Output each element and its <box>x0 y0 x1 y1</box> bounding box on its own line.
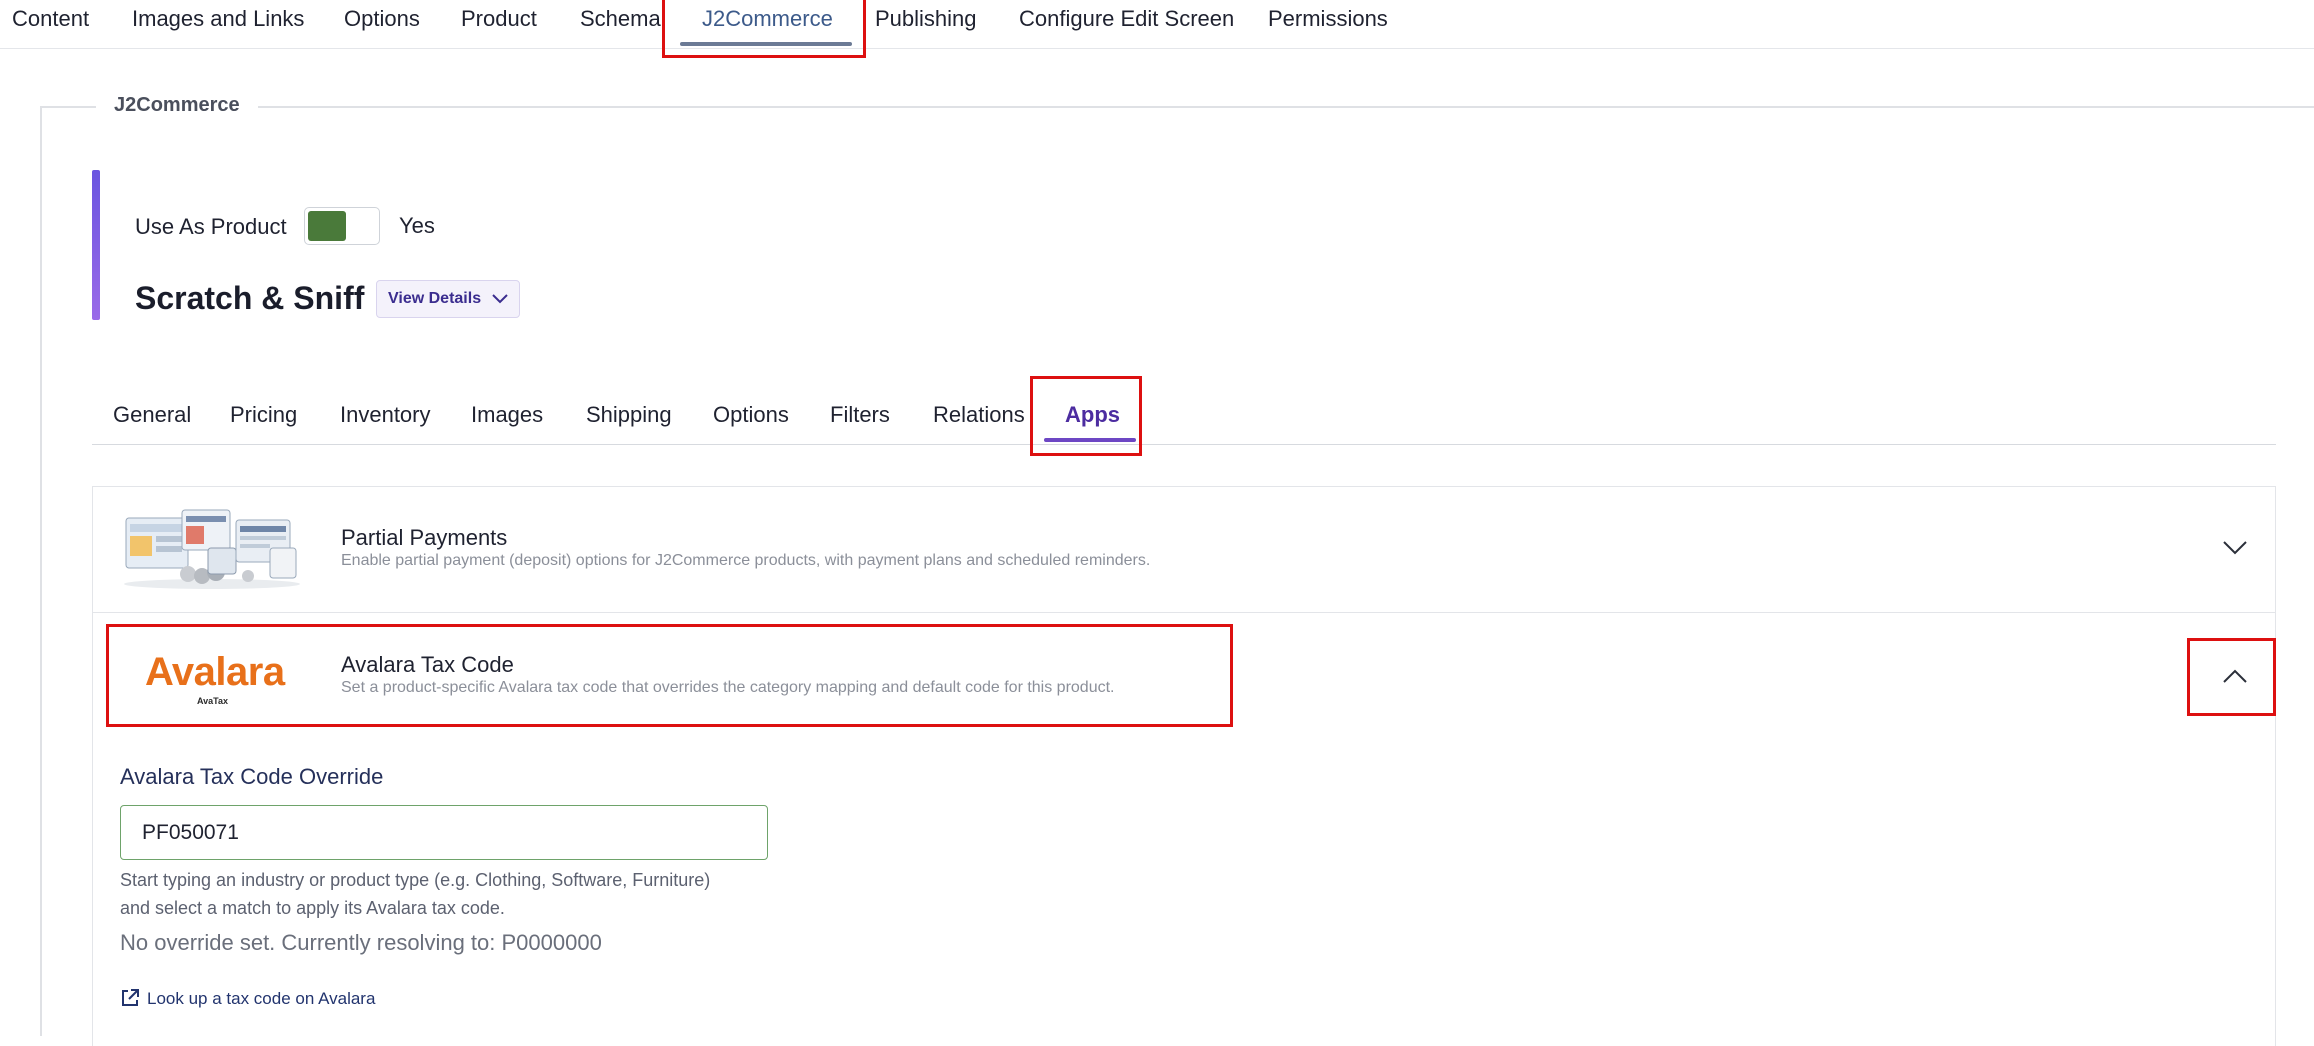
subtab-inventory[interactable]: Inventory <box>340 402 431 428</box>
product-sub-tabs: General Pricing Inventory Images Shippin… <box>92 390 2276 445</box>
use-as-product-label: Use As Product <box>135 214 287 239</box>
tax-code-resolve-status: No override set. Currently resolving to:… <box>120 930 602 955</box>
subtab-images[interactable]: Images <box>471 402 543 428</box>
top-tab-bar: Content Images and Links Options Product… <box>0 0 2314 49</box>
tab-configure-edit-screen[interactable]: Configure Edit Screen <box>1019 6 1234 32</box>
lookup-tax-code-text: Look up a tax code on Avalara <box>147 989 376 1008</box>
apps-row-divider <box>93 612 2275 613</box>
tab-publishing[interactable]: Publishing <box>875 6 977 32</box>
tab-options[interactable]: Options <box>344 6 420 32</box>
use-as-product-state: Yes <box>399 213 435 238</box>
tab-schema[interactable]: Schema <box>580 6 661 32</box>
subtab-shipping[interactable]: Shipping <box>586 402 672 428</box>
app-name-partial-payments: Partial Payments <box>341 525 508 550</box>
subtab-general[interactable]: General <box>113 402 191 428</box>
chevron-down-icon[interactable] <box>2222 540 2248 556</box>
highlight-collapse-button <box>2187 638 2276 716</box>
subtab-relations[interactable]: Relations <box>933 402 1025 428</box>
apps-panel <box>92 486 2276 1046</box>
partial-payments-illustration <box>124 509 300 589</box>
tab-images-and-links[interactable]: Images and Links <box>132 6 304 32</box>
app-desc-partial-payments: Enable partial payment (deposit) options… <box>341 552 1151 569</box>
product-accent-bar <box>92 170 100 320</box>
fieldset-border-top <box>40 106 2314 108</box>
view-details-label: View Details <box>388 290 482 307</box>
external-link-icon <box>122 989 139 1006</box>
tax-code-hint-line2: and select a match to apply its Avalara … <box>120 898 505 918</box>
toggle-knob <box>308 211 346 241</box>
fieldset-legend: J2Commerce <box>96 94 258 117</box>
chevron-down-icon <box>492 294 508 304</box>
view-details-button[interactable]: View Details <box>376 280 520 318</box>
product-title: Scratch & Sniff <box>135 280 365 316</box>
use-as-product-toggle[interactable] <box>304 207 380 245</box>
highlight-apps-tab <box>1030 376 1142 456</box>
subtab-pricing[interactable]: Pricing <box>230 402 297 428</box>
tab-product[interactable]: Product <box>461 6 537 32</box>
tab-permissions[interactable]: Permissions <box>1268 6 1388 32</box>
tax-code-hint: Start typing an industry or product type… <box>120 866 820 922</box>
tax-code-override-input[interactable] <box>120 805 768 860</box>
subtab-filters[interactable]: Filters <box>830 402 890 428</box>
tab-content[interactable]: Content <box>12 6 89 32</box>
highlight-j2commerce-tab <box>662 0 866 58</box>
tax-code-hint-line1: Start typing an industry or product type… <box>120 870 711 890</box>
tax-code-override-label: Avalara Tax Code Override <box>120 764 384 789</box>
fieldset-border-left <box>40 106 42 1036</box>
subtab-options[interactable]: Options <box>713 402 789 428</box>
highlight-avalara-row <box>106 624 1233 727</box>
